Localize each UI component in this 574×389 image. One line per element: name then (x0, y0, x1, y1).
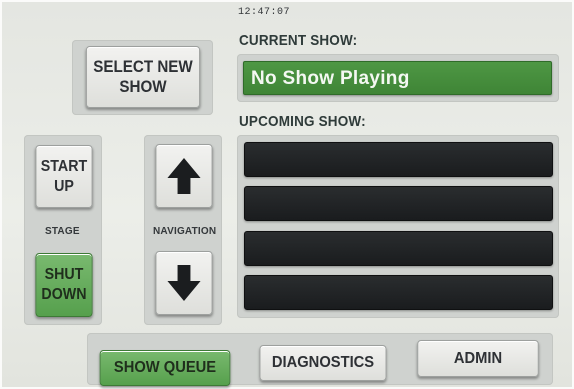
shut-down-line2: DOWN (41, 286, 87, 303)
arrow-down-icon (167, 263, 202, 303)
start-up-button[interactable]: START UP (35, 145, 93, 208)
navigation-up-button[interactable] (155, 144, 213, 208)
admin-button[interactable]: ADMIN (417, 340, 539, 377)
upcoming-show-slot-2[interactable] (244, 186, 553, 221)
navigation-down-button[interactable] (155, 251, 213, 315)
current-show-heading: CURRENT SHOW: (239, 32, 358, 49)
shut-down-line1: SHUT (44, 266, 84, 283)
show-queue-button[interactable]: SHOW QUEUE (99, 350, 231, 386)
diagnostics-button[interactable]: DIAGNOSTICS (259, 345, 387, 381)
upcoming-show-heading: UPCOMING SHOW: (239, 113, 366, 130)
touch-screen: 12:47:07 SELECT NEW SHOW CURRENT SHOW: N… (0, 0, 574, 389)
clock: 12:47:07 (238, 7, 291, 18)
start-up-line1: START (40, 157, 88, 175)
upcoming-show-slot-4[interactable] (244, 275, 553, 310)
upcoming-show-slot-1[interactable] (244, 142, 553, 177)
shut-down-button[interactable]: SHUT DOWN (35, 253, 93, 317)
select-new-show-button[interactable]: SELECT NEW SHOW (85, 46, 201, 108)
arrow-up-icon (167, 156, 202, 196)
navigation-label: NAVIGATION (153, 226, 217, 237)
select-new-show-line1: SELECT NEW (93, 58, 193, 76)
start-up-line2: UP (54, 177, 74, 195)
upcoming-show-slot-3[interactable] (244, 231, 553, 266)
select-new-show-line2: SHOW (119, 78, 167, 96)
current-show-display: No Show Playing (243, 61, 552, 95)
stage-label: STAGE (45, 226, 80, 237)
